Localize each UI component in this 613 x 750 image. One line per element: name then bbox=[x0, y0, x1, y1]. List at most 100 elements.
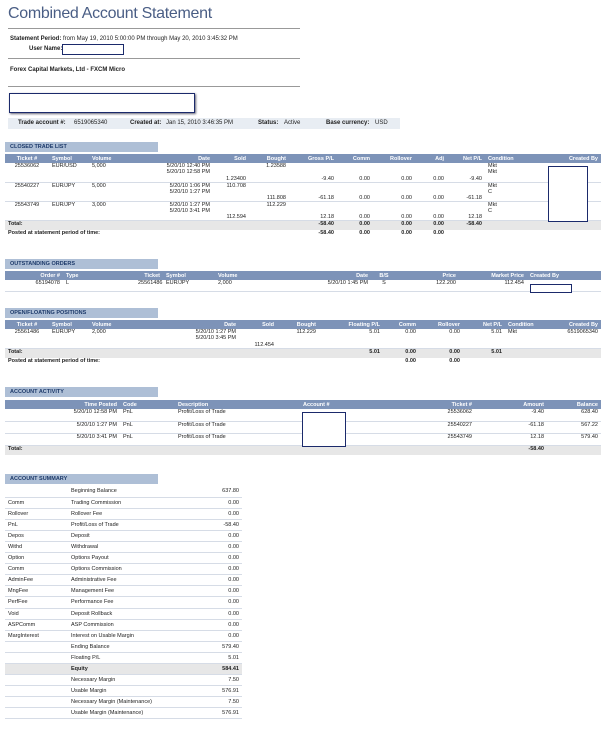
posted-label: Posted at statement period of time: bbox=[5, 229, 289, 239]
outstanding-orders-header: OUTSTANDING ORDERS bbox=[5, 259, 158, 269]
status-value: Active bbox=[284, 120, 301, 126]
summary-code bbox=[5, 696, 68, 709]
comm: 0.00 bbox=[337, 182, 373, 202]
col-market-price: Market Price bbox=[459, 271, 527, 280]
summary-row: ASPComm ASP Commission 0.00 bbox=[5, 619, 242, 631]
col-floating-pl: Floating P/L bbox=[319, 320, 383, 329]
summary-label: Deposit bbox=[68, 530, 192, 542]
time-posted: 5/20/10 3:41 PM bbox=[5, 433, 120, 446]
posted-adj: 0.00 bbox=[415, 229, 447, 239]
col-symbol: Symbol bbox=[49, 154, 89, 163]
sold: 112.454 bbox=[239, 329, 277, 349]
time-posted: 5/20/10 12:58 PM bbox=[5, 409, 120, 422]
summary-value: 0.00 bbox=[192, 596, 242, 609]
col-rollover: Rollover bbox=[373, 154, 415, 163]
summary-code: Withd bbox=[5, 541, 68, 554]
summary-label: Administrative Fee bbox=[68, 574, 192, 587]
open-posted-row: Posted at statement period of time: 0.00… bbox=[5, 357, 601, 367]
posted-rollover: 0.00 bbox=[373, 229, 415, 239]
summary-label: Trading Commission bbox=[68, 497, 192, 509]
summary-label: Rollover Fee bbox=[68, 508, 192, 520]
summary-label: Equity bbox=[68, 663, 192, 676]
total-gross-pl: -58.40 bbox=[289, 220, 337, 230]
summary-value: 0.00 bbox=[192, 608, 242, 620]
symbol: EUR/USD bbox=[49, 163, 89, 183]
date: 5/20/10 1:45 PM bbox=[287, 280, 371, 292]
outstanding-orders-table: Order # Type Ticket Symbol Volume Date B… bbox=[5, 271, 601, 292]
summary-row: MargInterest Interest on Usable Margin 0.0… bbox=[5, 630, 242, 642]
summary-row: PerfFee Performance Fee 0.00 bbox=[5, 596, 242, 609]
bought: 1.23588 bbox=[249, 163, 289, 183]
summary-row: AdminFee Administrative Fee 0.00 bbox=[5, 574, 242, 587]
buy-sell: S bbox=[371, 280, 397, 292]
summary-code: Comm bbox=[5, 563, 68, 576]
close-date: 5/20/10 12:58 PM bbox=[166, 169, 210, 175]
time-posted: 5/20/10 1:27 PM bbox=[5, 421, 120, 434]
volume: 2,000 bbox=[215, 280, 287, 292]
symbol: EUR/JPY bbox=[49, 182, 89, 202]
ticket: 25543749 bbox=[5, 201, 49, 221]
amount: -9.40 bbox=[475, 409, 547, 422]
status-label: Status: bbox=[258, 120, 279, 126]
col-comm: Comm bbox=[383, 320, 419, 329]
col-bs: B/S bbox=[371, 271, 397, 280]
condition: Mkt bbox=[505, 329, 551, 349]
col-created-by: Created By bbox=[551, 320, 601, 329]
order-number: 65194078 bbox=[5, 280, 63, 292]
balance: 628.40 bbox=[547, 409, 601, 422]
created-at-value: Jan 15, 2010 3:46:35 PM bbox=[166, 120, 234, 126]
summary-code: ASPComm bbox=[5, 619, 68, 631]
col-sold: Sold bbox=[213, 154, 249, 163]
comm: 0.00 bbox=[337, 163, 373, 183]
summary-row: Equity 584.41 bbox=[5, 663, 242, 676]
summary-code: MngFee bbox=[5, 585, 68, 598]
market-price: 112.454 bbox=[459, 280, 527, 292]
summary-row: MngFee Management Fee 0.00 bbox=[5, 585, 242, 598]
summary-label: Profit/Loss of Trade bbox=[68, 519, 192, 531]
symbol: EUR/JPY bbox=[49, 329, 89, 349]
summary-code bbox=[5, 652, 68, 665]
total-floating-pl: 5.01 bbox=[319, 348, 383, 358]
closed-posted-row: Posted at statement period of time: -58.… bbox=[5, 229, 601, 239]
summary-label: Floating P/L bbox=[68, 652, 192, 665]
trade-account-value: 6519065340 bbox=[74, 120, 108, 126]
symbol: EUR/JPY bbox=[49, 201, 89, 221]
col-time-posted: Time Posted bbox=[5, 400, 120, 409]
summary-value: 0.00 bbox=[192, 497, 242, 509]
description: Profit/Loss of Trade bbox=[175, 433, 300, 446]
summary-code: Option bbox=[5, 552, 68, 565]
bought: 111.808 bbox=[249, 182, 289, 202]
description: Profit/Loss of Trade bbox=[175, 409, 300, 422]
symbol: EUR/JPY bbox=[163, 280, 215, 292]
gross-pl: -9.40 bbox=[289, 163, 337, 183]
summary-value: 0.00 bbox=[192, 585, 242, 598]
col-ticket: Ticket # bbox=[405, 400, 475, 409]
posted-label: Posted at statement period of time: bbox=[5, 357, 383, 367]
sold: 110.708 bbox=[213, 182, 249, 202]
outstanding-header-row: Order # Type Ticket Symbol Volume Date B… bbox=[5, 271, 601, 280]
redacted-created-by bbox=[548, 166, 588, 222]
header-divider bbox=[8, 58, 300, 59]
table-row: 25543749 EUR/JPY 3,000 5/20/10 1:27 PM 5/… bbox=[5, 201, 601, 221]
summary-row: Rollover Rollover Fee 0.00 bbox=[5, 508, 242, 520]
created-by: 6519065340 bbox=[551, 329, 601, 349]
total-net-pl: 5.01 bbox=[463, 348, 505, 358]
total-label: Total: bbox=[5, 348, 319, 358]
condition-close: C bbox=[488, 207, 492, 214]
col-code: Code bbox=[120, 400, 175, 409]
col-condition: Condition bbox=[485, 154, 531, 163]
close-date: 5/20/10 3:41 PM bbox=[169, 207, 210, 214]
company-divider bbox=[8, 86, 300, 87]
summary-code bbox=[5, 707, 68, 720]
col-date: Date bbox=[287, 271, 371, 280]
col-net-pl: Net P/L bbox=[447, 154, 485, 163]
summary-value: 0.00 bbox=[192, 541, 242, 554]
col-volume: Volume bbox=[89, 320, 141, 329]
closed-header-row: Ticket # Symbol Volume Date Sold Bought … bbox=[5, 154, 601, 163]
volume: 5,000 bbox=[89, 182, 141, 202]
col-date: Date bbox=[141, 320, 239, 329]
company-name: Forex Capital Markets, Ltd - FXCM Micro bbox=[10, 67, 126, 73]
table-row: 25536062 EUR/USD 5,000 5/20/10 12:40 PM 5… bbox=[5, 163, 601, 183]
posted-comm: 0.00 bbox=[383, 357, 419, 367]
summary-row: Depos Deposit 0.00 bbox=[5, 530, 242, 542]
